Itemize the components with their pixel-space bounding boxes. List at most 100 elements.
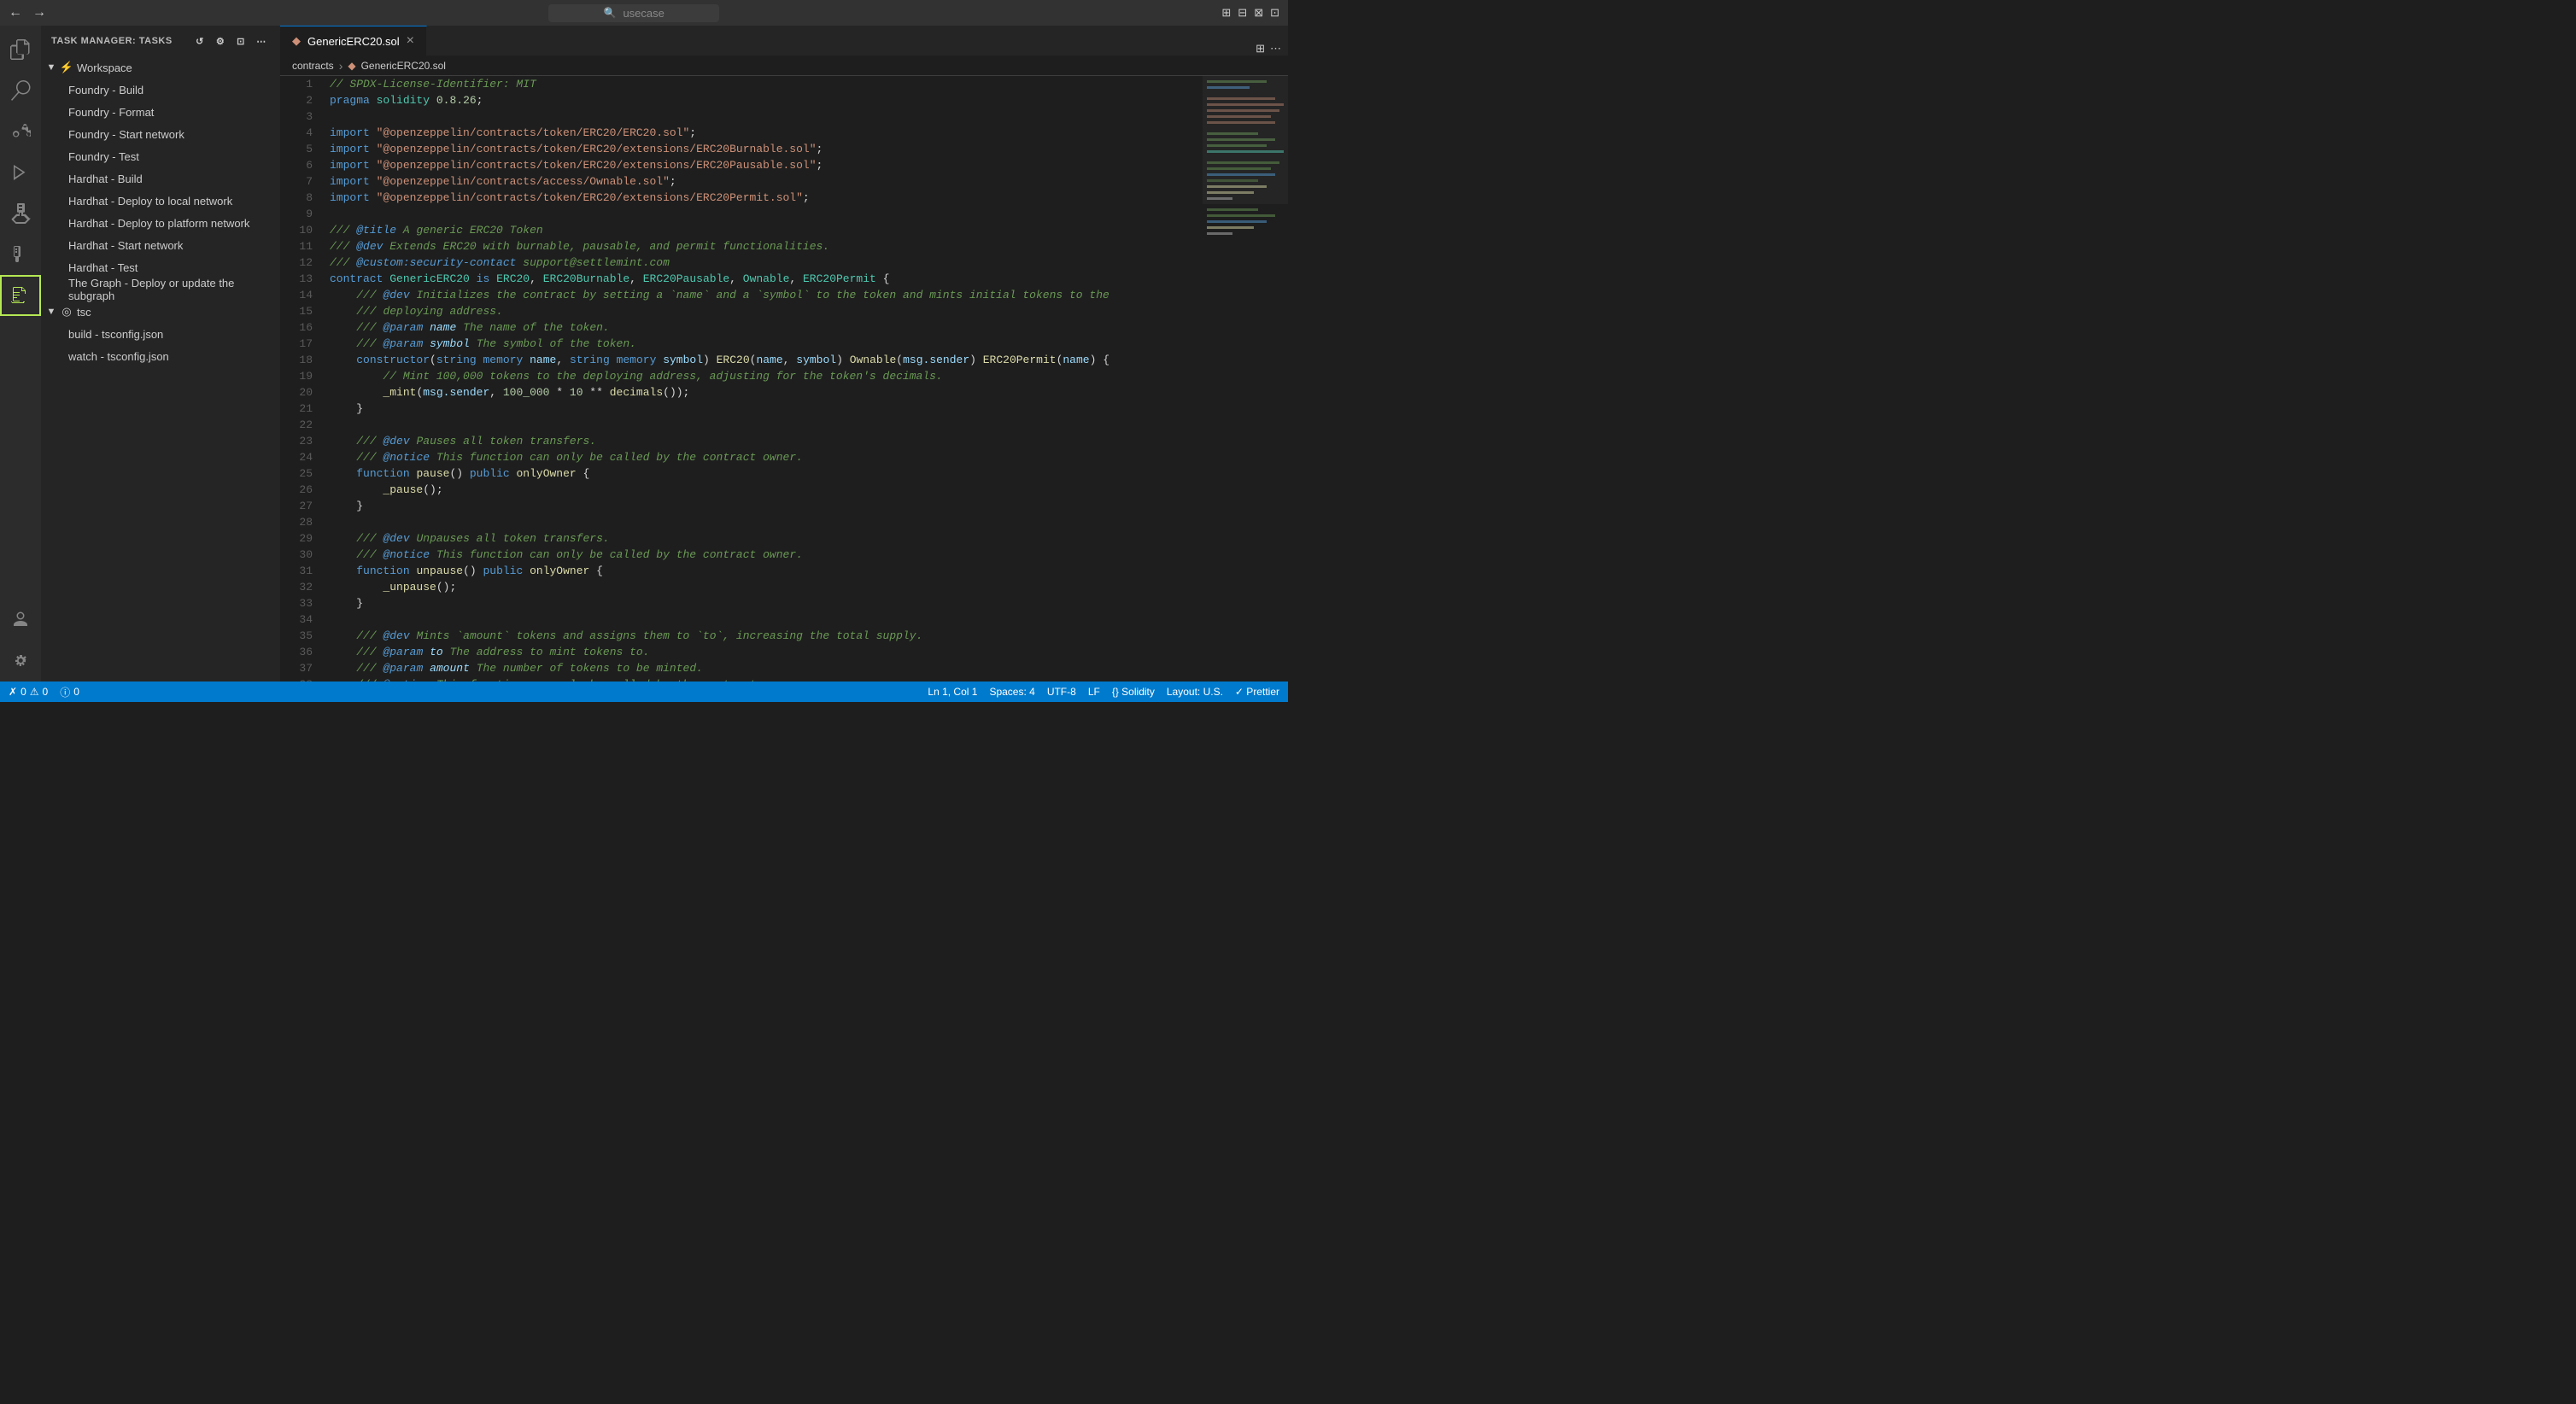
title-bar: ← → 🔍 usecase ⊞ ⊟ ⊠ ⊡ bbox=[0, 0, 1288, 26]
activity-bar-run[interactable] bbox=[0, 152, 41, 193]
back-button[interactable]: ← bbox=[9, 5, 22, 20]
code-line-23: /// @dev Pauses all token transfers. bbox=[330, 433, 1203, 449]
layout-text: Layout: U.S. bbox=[1167, 686, 1223, 698]
code-line-36: /// @param to The address to mint tokens… bbox=[330, 644, 1203, 660]
activity-bar-test[interactable] bbox=[0, 234, 41, 275]
code-line-34 bbox=[330, 611, 1203, 628]
status-bar: ✗ 0 ⚠ 0 ⓘ 0 Ln 1, Col 1 Spaces: 4 UTF-8 … bbox=[0, 682, 1288, 702]
code-line-3 bbox=[330, 108, 1203, 125]
code-line-15: /// deploying address. bbox=[330, 303, 1203, 319]
spaces-text: Spaces: 4 bbox=[989, 686, 1034, 698]
sidebar-item-graph-deploy[interactable]: The Graph - Deploy or update the subgrap… bbox=[41, 278, 280, 301]
sidebar-item-foundry-build[interactable]: Foundry - Build bbox=[41, 79, 280, 101]
sidebar-item-hardhat-deploy-platform[interactable]: Hardhat - Deploy to platform network bbox=[41, 212, 280, 234]
breadcrumb-filename[interactable]: GenericERC20.sol bbox=[361, 60, 446, 72]
editor-content[interactable]: 1 2 3 4 5 6 7 8 9 10 11 12 13 14 15 16 1… bbox=[280, 76, 1288, 682]
sidebar-section-tsc[interactable]: ▼ ◎ tsc bbox=[41, 301, 280, 323]
status-position[interactable]: Ln 1, Col 1 bbox=[928, 686, 977, 698]
code-line-31: function unpause() public onlyOwner { bbox=[330, 563, 1203, 579]
line-num-13: 13 bbox=[280, 271, 313, 287]
search-text: usecase bbox=[623, 7, 664, 20]
activity-bar-search[interactable] bbox=[0, 70, 41, 111]
sidebar-item-hardhat-test[interactable]: Hardhat - Test bbox=[41, 256, 280, 278]
line-num-21: 21 bbox=[280, 401, 313, 417]
code-line-32: _unpause(); bbox=[330, 579, 1203, 595]
line-num-15: 15 bbox=[280, 303, 313, 319]
sidebar-item-watch-tsconfig[interactable]: watch - tsconfig.json bbox=[41, 345, 280, 367]
status-prettier[interactable]: ✓ Prettier bbox=[1235, 686, 1279, 698]
code-line-25: function pause() public onlyOwner { bbox=[330, 465, 1203, 482]
breadcrumb-file-icon: ◆ bbox=[348, 60, 355, 72]
code-line-24: /// @notice This function can only be ca… bbox=[330, 449, 1203, 465]
sidebar-item-foundry-test[interactable]: Foundry - Test bbox=[41, 145, 280, 167]
status-layout[interactable]: Layout: U.S. bbox=[1167, 686, 1223, 698]
sidebar-item-build-tsconfig[interactable]: build - tsconfig.json bbox=[41, 323, 280, 345]
layout-icon-1[interactable]: ⊞ bbox=[1221, 6, 1231, 20]
activity-bar bbox=[0, 26, 41, 682]
status-info[interactable]: ⓘ 0 bbox=[60, 685, 79, 699]
code-line-9 bbox=[330, 206, 1203, 222]
line-num-4: 4 bbox=[280, 125, 313, 141]
code-line-37: /// @param amount The number of tokens t… bbox=[330, 660, 1203, 676]
tab-close-button[interactable]: × bbox=[407, 34, 414, 48]
code-line-19: // Mint 100,000 tokens to the deploying … bbox=[330, 368, 1203, 384]
line-num-28: 28 bbox=[280, 514, 313, 530]
activity-bar-source-control[interactable] bbox=[0, 111, 41, 152]
title-bar-right: ⊞ ⊟ ⊠ ⊡ bbox=[1221, 6, 1279, 20]
chevron-down-icon-tsc: ▼ bbox=[44, 305, 58, 319]
search-bar[interactable]: 🔍 usecase bbox=[548, 4, 719, 22]
more-button[interactable]: ⋯ bbox=[253, 32, 270, 50]
line-num-37: 37 bbox=[280, 660, 313, 676]
split-button[interactable]: ⊡ bbox=[232, 32, 249, 50]
more-tabs-icon[interactable]: ⋯ bbox=[1270, 42, 1281, 56]
refresh-button[interactable]: ↺ bbox=[191, 32, 208, 50]
chevron-down-icon: ▼ bbox=[44, 61, 58, 74]
eol-text: LF bbox=[1088, 686, 1100, 698]
sidebar-item-hardhat-start-network[interactable]: Hardhat - Start network bbox=[41, 234, 280, 256]
sidebar-item-hardhat-deploy-local[interactable]: Hardhat - Deploy to local network bbox=[41, 190, 280, 212]
sidebar-content: ▼ ⚡ Workspace Foundry - Build Foundry - … bbox=[41, 56, 280, 682]
hardhat-deploy-platform-label: Hardhat - Deploy to platform network bbox=[68, 217, 249, 230]
minimap[interactable] bbox=[1203, 76, 1288, 682]
build-tsconfig-label: build - tsconfig.json bbox=[68, 328, 163, 341]
tab-generic-erc20[interactable]: ◆ GenericERC20.sol × bbox=[280, 26, 427, 56]
line-num-16: 16 bbox=[280, 319, 313, 336]
code-line-8: import "@openzeppelin/contracts/token/ER… bbox=[330, 190, 1203, 206]
status-spaces[interactable]: Spaces: 4 bbox=[989, 686, 1034, 698]
prettier-text: ✓ Prettier bbox=[1235, 686, 1279, 698]
breadcrumb: contracts › ◆ GenericERC20.sol bbox=[280, 56, 1288, 76]
status-errors[interactable]: ✗ 0 ⚠ 0 bbox=[9, 686, 48, 698]
sidebar-item-foundry-format[interactable]: Foundry - Format bbox=[41, 101, 280, 123]
activity-bar-accounts[interactable] bbox=[0, 600, 41, 641]
activity-bar-settings[interactable] bbox=[0, 641, 41, 682]
sidebar-item-foundry-start-network[interactable]: Foundry - Start network bbox=[41, 123, 280, 145]
encoding-text: UTF-8 bbox=[1047, 686, 1076, 698]
code-editor[interactable]: // SPDX-License-Identifier: MIT pragma s… bbox=[323, 76, 1203, 682]
activity-bar-tasks[interactable] bbox=[0, 275, 41, 316]
layout-icon-3[interactable]: ⊠ bbox=[1254, 6, 1263, 20]
foundry-format-label: Foundry - Format bbox=[68, 106, 154, 119]
status-eol[interactable]: LF bbox=[1088, 686, 1100, 698]
workspace-icon: ⚡ bbox=[60, 61, 73, 74]
status-language[interactable]: {} Solidity bbox=[1112, 686, 1155, 698]
layout-icon-2[interactable]: ⊟ bbox=[1238, 6, 1247, 20]
split-editor-icon[interactable]: ⊞ bbox=[1256, 42, 1265, 56]
code-line-11: /// @dev Extends ERC20 with burnable, pa… bbox=[330, 238, 1203, 254]
forward-button[interactable]: → bbox=[32, 5, 46, 20]
sidebar-section-workspace[interactable]: ▼ ⚡ Workspace bbox=[41, 56, 280, 79]
settings-button[interactable]: ⚙ bbox=[212, 32, 229, 50]
code-line-30: /// @notice This function can only be ca… bbox=[330, 547, 1203, 563]
line-num-2: 2 bbox=[280, 92, 313, 108]
activity-bar-extensions[interactable] bbox=[0, 193, 41, 234]
activity-bar-explorer[interactable] bbox=[0, 29, 41, 70]
main-container: TASK MANAGER: TASKS ↺ ⚙ ⊡ ⋯ ▼ ⚡ Workspac… bbox=[0, 26, 1288, 682]
line-num-9: 9 bbox=[280, 206, 313, 222]
line-num-18: 18 bbox=[280, 352, 313, 368]
sidebar-item-hardhat-build[interactable]: Hardhat - Build bbox=[41, 167, 280, 190]
breadcrumb-contracts[interactable]: contracts bbox=[292, 60, 334, 72]
code-line-16: /// @param name The name of the token. bbox=[330, 319, 1203, 336]
sidebar-header-actions: ↺ ⚙ ⊡ ⋯ bbox=[191, 32, 270, 50]
tsc-icon: ◎ bbox=[60, 305, 73, 319]
status-encoding[interactable]: UTF-8 bbox=[1047, 686, 1076, 698]
layout-icon-4[interactable]: ⊡ bbox=[1270, 6, 1279, 20]
